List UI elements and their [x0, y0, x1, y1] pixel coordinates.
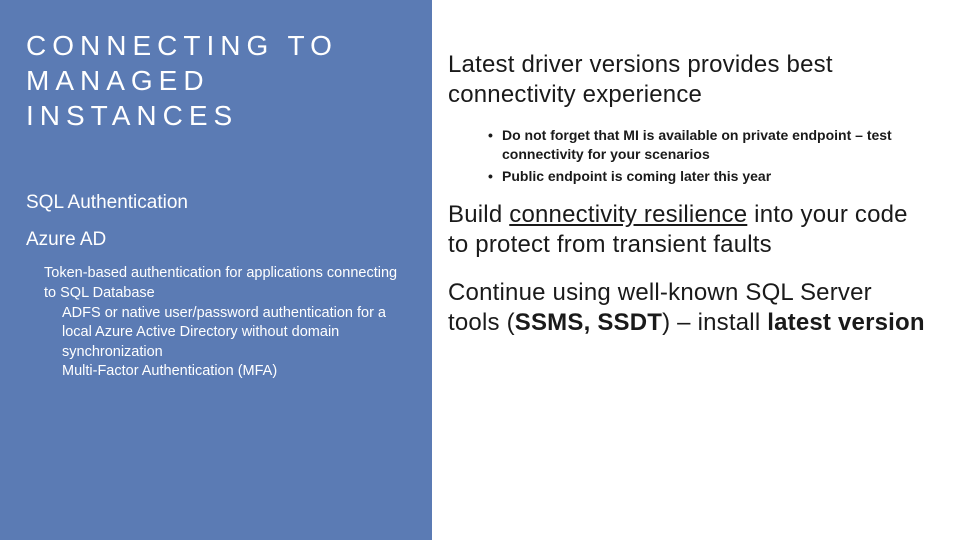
bullet-public-endpoint: Public endpoint is coming later this yea… [488, 167, 929, 186]
slide-title: CONNECTING TO MANAGED INSTANCES [26, 28, 410, 133]
left-panel: CONNECTING TO MANAGED INSTANCES SQL Auth… [0, 0, 432, 540]
connectivity-resilience-link[interactable]: connectivity resilience [509, 201, 747, 228]
auth-body-adfs: ADFS or native user/password authenticat… [26, 304, 410, 363]
bullet-private-endpoint: Do not forget that MI is available on pr… [488, 126, 929, 164]
right-panel: Latest driver versions provides best con… [432, 0, 959, 540]
auth-heading-sql: SQL Authentication [26, 191, 410, 216]
heading-resilience: Build connectivity resilience into your … [448, 200, 929, 260]
heading-tools-bold2: latest version [767, 309, 925, 336]
auth-body-mfa: Multi-Factor Authentication (MFA) [26, 362, 410, 382]
heading-resilience-pre: Build [448, 201, 509, 228]
heading-tools: Continue using well-known SQL Server too… [448, 278, 929, 338]
bullet-list: Do not forget that MI is available on pr… [448, 126, 929, 186]
auth-body-token: Token-based authentication for applicati… [26, 264, 410, 303]
heading-tools-bold1: SSMS, SSDT [515, 309, 662, 336]
heading-tools-mid: ) – install [662, 309, 767, 336]
heading-drivers: Latest driver versions provides best con… [448, 50, 929, 110]
auth-heading-azuread: Azure AD [26, 228, 410, 253]
